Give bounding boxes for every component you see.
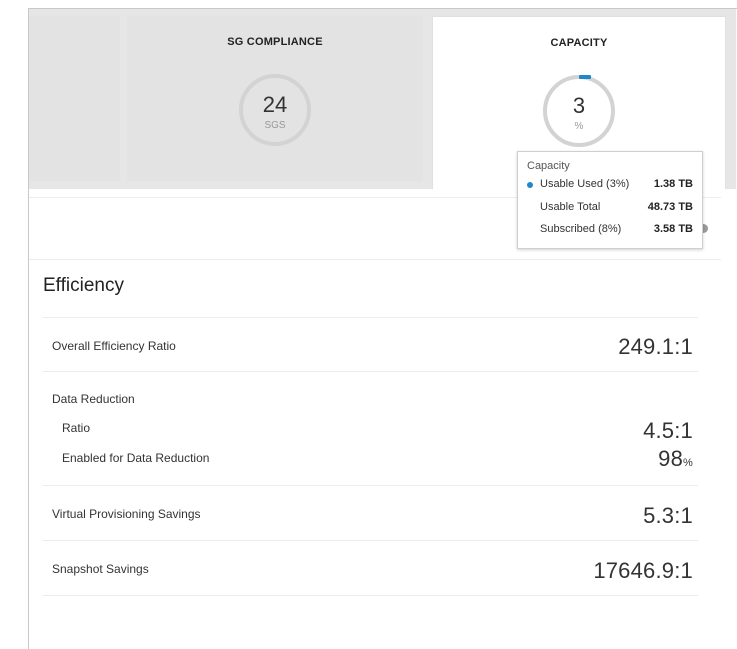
tooltip-row-value: 1.38 TB [653,178,693,190]
tooltip-row-subscribed: Subscribed (8%) 3.58 TB [527,223,693,239]
tooltip-row-label: Subscribed (8%) [540,223,622,235]
enabled-data-reduction-label: Enabled for Data Reduction [62,451,210,465]
efficiency-heading: Efficiency [43,275,124,296]
capacity-usage-arc [579,75,591,79]
tooltip-row-label: Usable Total [540,201,601,213]
tooltip-row-label: Usable Used (3%) [540,178,630,190]
capacity-unit: % [574,121,584,132]
virtual-provisioning-label: Virtual Provisioning Savings [52,507,201,521]
snapshot-savings-value: 17646.9:1 [593,558,693,583]
sg-compliance-tile[interactable]: SG COMPLIANCE 24 SGS [127,16,423,181]
capacity-title: CAPACITY [550,37,608,49]
row-divider [43,317,698,318]
data-reduction-ratio-value: 4.5:1 [643,418,693,443]
row-divider [43,485,698,486]
section-divider [29,259,721,260]
overall-efficiency-value: 249.1:1 [618,334,693,359]
capacity-tooltip: Capacity Usable Used (3%) 1.38 TB Usable… [517,151,703,249]
data-reduction-label: Data Reduction [52,392,135,406]
usable-used-legend-dot [527,182,533,188]
tooltip-row-value: 3.58 TB [653,223,693,235]
virtual-provisioning-value: 5.3:1 [643,503,693,528]
tooltip-title: Capacity [527,160,570,172]
sg-compliance-unit: SGS [264,120,286,131]
tooltip-row-value: 48.73 TB [647,201,693,213]
enabled-data-reduction-unit: % [683,457,693,469]
row-divider [43,595,698,596]
sg-compliance-ring: 24 SGS [239,74,311,146]
sg-compliance-title: SG COMPLIANCE [227,36,323,48]
sg-compliance-count: 24 [262,92,288,117]
summary-tile-partial[interactable] [29,16,120,181]
enabled-data-reduction-number: 98 [658,446,684,471]
enabled-data-reduction-value: 98% [658,446,693,472]
snapshot-savings-label: Snapshot Savings [52,562,149,576]
row-divider [43,540,698,541]
data-reduction-ratio-label: Ratio [62,421,91,435]
tooltip-row-usable-total: Usable Total 48.73 TB [527,201,693,217]
row-divider [43,371,698,372]
capacity-percent: 3 [572,93,586,118]
tooltip-row-usable-used: Usable Used (3%) 1.38 TB [527,178,693,194]
overall-efficiency-label: Overall Efficiency Ratio [52,339,176,353]
capacity-ring: 3 % [543,75,615,147]
